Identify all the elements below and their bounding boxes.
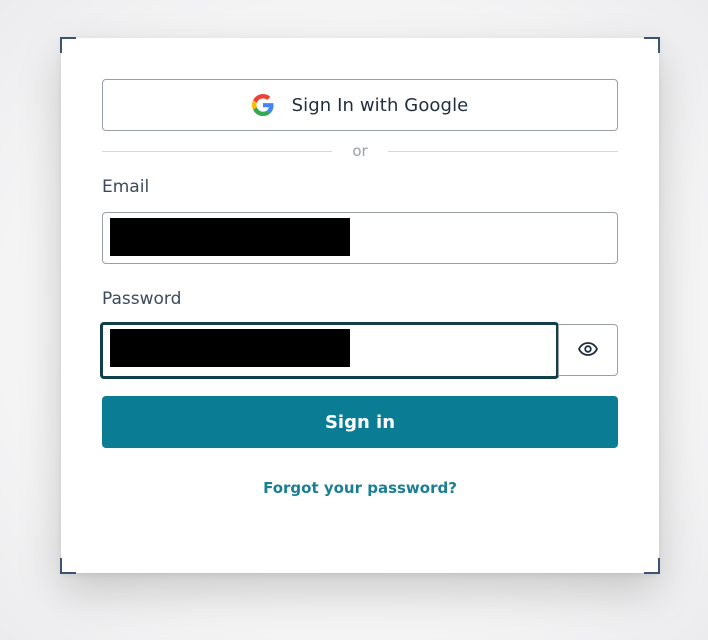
email-label: Email <box>102 177 150 197</box>
or-divider: or <box>102 142 618 162</box>
divider-line <box>388 151 618 152</box>
google-sign-in-button[interactable]: Sign In with Google <box>102 79 618 131</box>
corner-mark <box>60 558 76 574</box>
corner-mark <box>644 558 660 574</box>
eye-icon <box>578 341 598 360</box>
divider-text: or <box>352 142 368 160</box>
password-field[interactable] <box>101 323 558 378</box>
redacted-email-value <box>110 218 350 256</box>
password-label: Password <box>102 289 182 309</box>
sign-in-button[interactable]: Sign in <box>102 396 618 448</box>
corner-mark <box>644 37 660 53</box>
divider-line <box>102 151 332 152</box>
google-g-icon <box>251 94 274 116</box>
sign-in-card: Sign In with Google or Email Password Si… <box>60 37 660 574</box>
forgot-password-link[interactable]: Forgot your password? <box>102 479 618 497</box>
page-background: Sign In with Google or Email Password Si… <box>0 0 708 640</box>
email-field[interactable] <box>102 212 618 264</box>
show-password-button[interactable] <box>558 324 618 376</box>
google-sign-in-label: Sign In with Google <box>291 94 469 116</box>
corner-mark <box>60 37 76 53</box>
redacted-password-value <box>110 329 350 367</box>
